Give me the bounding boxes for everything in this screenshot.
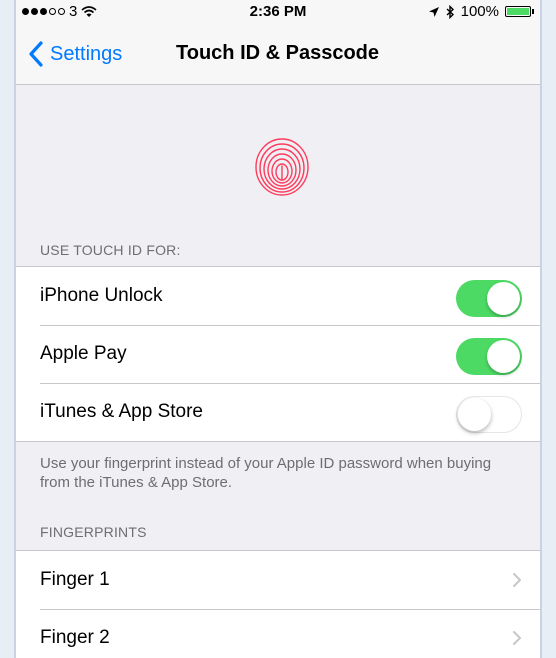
apple-pay-row: Apple Pay [16,325,540,383]
bluetooth-icon [446,4,454,19]
back-button-label: Settings [50,42,123,65]
fingerprints-group: Finger 1 Finger 2 [16,550,540,658]
fingerprints-section-header: FINGERPRINTS [40,524,147,540]
itunes-app-store-toggle[interactable] [456,396,522,433]
status-bar: 3 2:36 PM 100% [16,0,540,24]
chevron-right-icon [513,631,521,645]
navigation-bar: Settings Touch ID & Passcode [16,24,540,85]
touch-id-footer-note: Use your fingerprint instead of your App… [40,455,492,491]
chevron-right-icon [513,573,521,587]
finger-2-label: Finger 2 [40,627,110,648]
apple-pay-toggle[interactable] [456,338,522,375]
fingerprint-icon [252,137,312,197]
finger-1-row[interactable]: Finger 1 [16,551,540,609]
touch-id-section-header: USE TOUCH ID FOR: [40,242,181,258]
iphone-unlock-toggle[interactable] [456,280,522,317]
back-button[interactable]: Settings [26,40,122,68]
touch-id-group: iPhone Unlock Apple Pay iTunes & App Sto… [16,266,540,442]
status-right: 100% [428,3,534,20]
battery-icon [505,6,534,17]
finger-1-label: Finger 1 [40,569,110,590]
itunes-app-store-row: iTunes & App Store [16,383,540,441]
finger-2-row[interactable]: Finger 2 [16,609,540,658]
page-title: Touch ID & Passcode [176,42,380,64]
apple-pay-label: Apple Pay [40,343,127,364]
battery-percent: 100% [460,3,499,20]
iphone-unlock-row: iPhone Unlock [16,267,540,325]
phone-screen: 3 2:36 PM 100% Settings Touch ID & Passc… [14,0,542,658]
location-arrow-icon [428,6,439,17]
iphone-unlock-label: iPhone Unlock [40,285,163,306]
itunes-app-store-label: iTunes & App Store [40,401,204,422]
chevron-left-icon [29,41,43,67]
